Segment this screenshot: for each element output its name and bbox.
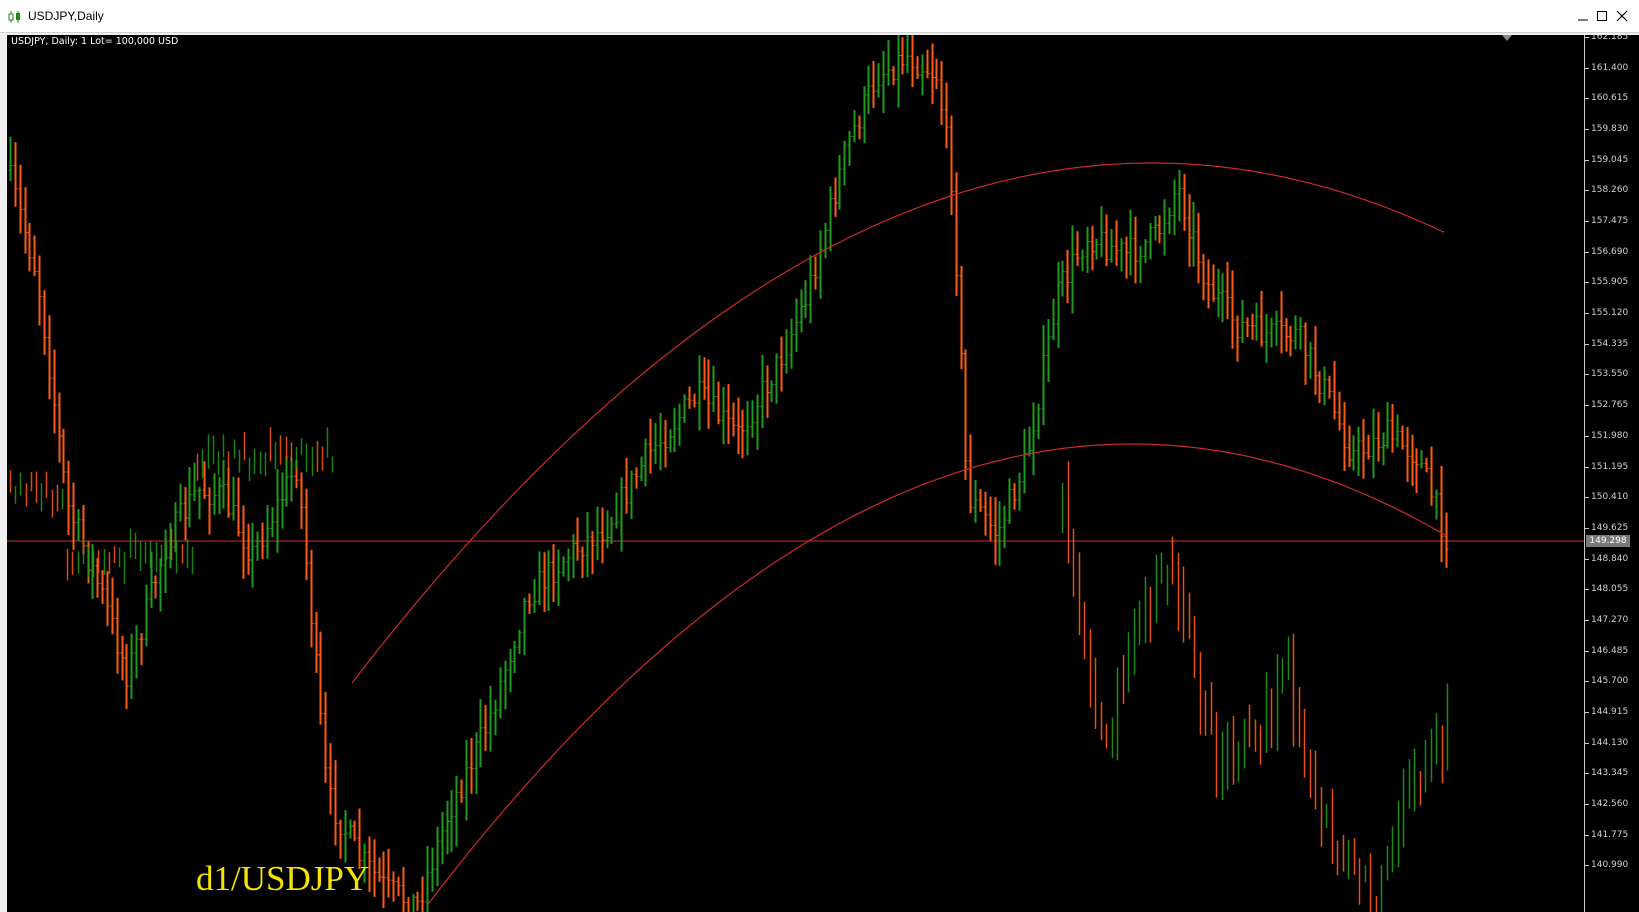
price-axis-label: 140.990 [1591,860,1629,870]
chart-shift-marker[interactable] [1502,35,1512,41]
close-button[interactable] [1608,4,1636,28]
price-bars-canvas [7,35,1584,912]
price-axis-label: 156.690 [1591,247,1629,257]
price-axis-label: 146.485 [1591,646,1629,656]
price-axis-tick [1585,37,1589,38]
price-axis-tick [1585,190,1589,191]
window-title: USDJPY,Daily [28,9,104,23]
price-axis-label: 157.475 [1591,216,1629,226]
current-price-label: 149.298 [1586,535,1630,547]
price-axis-label: 147.270 [1591,615,1629,625]
price-axis-label: 144.915 [1591,707,1629,717]
price-axis-label: 162.185 [1591,35,1629,42]
price-axis-tick [1585,712,1589,713]
price-axis-label: 155.120 [1591,308,1629,318]
price-axis-label: 159.830 [1591,124,1629,134]
price-axis-tick [1585,804,1589,805]
price-axis-label: 148.055 [1591,584,1629,594]
price-axis-tick [1585,528,1589,529]
price-axis-label: 160.615 [1591,93,1629,103]
price-axis-tick [1585,252,1589,253]
price-axis-tick [1585,865,1589,866]
price-axis-tick [1585,374,1589,375]
price-axis-label: 153.550 [1591,369,1629,379]
price-axis-tick [1585,589,1589,590]
price-axis-tick [1585,620,1589,621]
price-axis-tick [1585,467,1589,468]
price-axis-label: 152.765 [1591,400,1629,410]
price-axis-label: 141.775 [1591,830,1629,840]
price-axis-label: 159.045 [1591,155,1629,165]
chart-watermark: d1/USDJPY [196,859,370,898]
close-icon [1616,10,1628,22]
price-axis-tick [1585,773,1589,774]
price-axis-tick [1585,681,1589,682]
price-axis-tick [1585,68,1589,69]
regression-curve-upper [351,162,1445,684]
price-axis-tick [1585,282,1589,283]
price-axis[interactable]: 162.185 161.400 160.615 159.830 159.045 158.2… [1584,35,1639,912]
price-axis-tick [1585,436,1589,437]
maximize-icon [1597,11,1607,21]
price-axis-label: 144.130 [1591,738,1629,748]
price-axis-tick [1585,221,1589,222]
price-axis-label: 161.400 [1591,63,1629,73]
chart-plot-area[interactable]: USDJPY, Daily: 1 Lot= 100,000 USD d1/USD… [7,35,1584,912]
chart-info-label: USDJPY, Daily: 1 Lot= 100,000 USD [11,36,179,47]
chart-window[interactable]: USDJPY, Daily: 1 Lot= 100,000 USD d1/USD… [7,35,1639,912]
price-axis-tick [1585,559,1589,560]
price-axis-tick [1585,497,1589,498]
price-axis-label: 149.625 [1591,523,1629,533]
price-axis-tick [1585,835,1589,836]
price-axis-label: 151.195 [1591,462,1629,472]
price-axis-label: 145.700 [1591,676,1629,686]
price-axis-label: 158.260 [1591,185,1629,195]
price-axis-label: 151.980 [1591,431,1629,441]
price-axis-tick [1585,743,1589,744]
price-axis-tick [1585,344,1589,345]
price-axis-tick [1585,98,1589,99]
price-axis-tick [1585,405,1589,406]
price-axis-label: 148.840 [1591,554,1629,564]
price-axis-tick [1585,129,1589,130]
window-titlebar: USDJPY,Daily [0,0,1639,33]
price-axis-label: 150.410 [1591,492,1629,502]
candlestick-chart-icon [8,10,22,23]
price-axis-label: 143.345 [1591,768,1629,778]
price-axis-label: 154.335 [1591,339,1629,349]
price-axis-tick [1585,313,1589,314]
price-axis-label: 142.560 [1591,799,1629,809]
price-axis-label: 155.905 [1591,277,1629,287]
price-axis-tick [1585,651,1589,652]
price-axis-tick [1585,160,1589,161]
